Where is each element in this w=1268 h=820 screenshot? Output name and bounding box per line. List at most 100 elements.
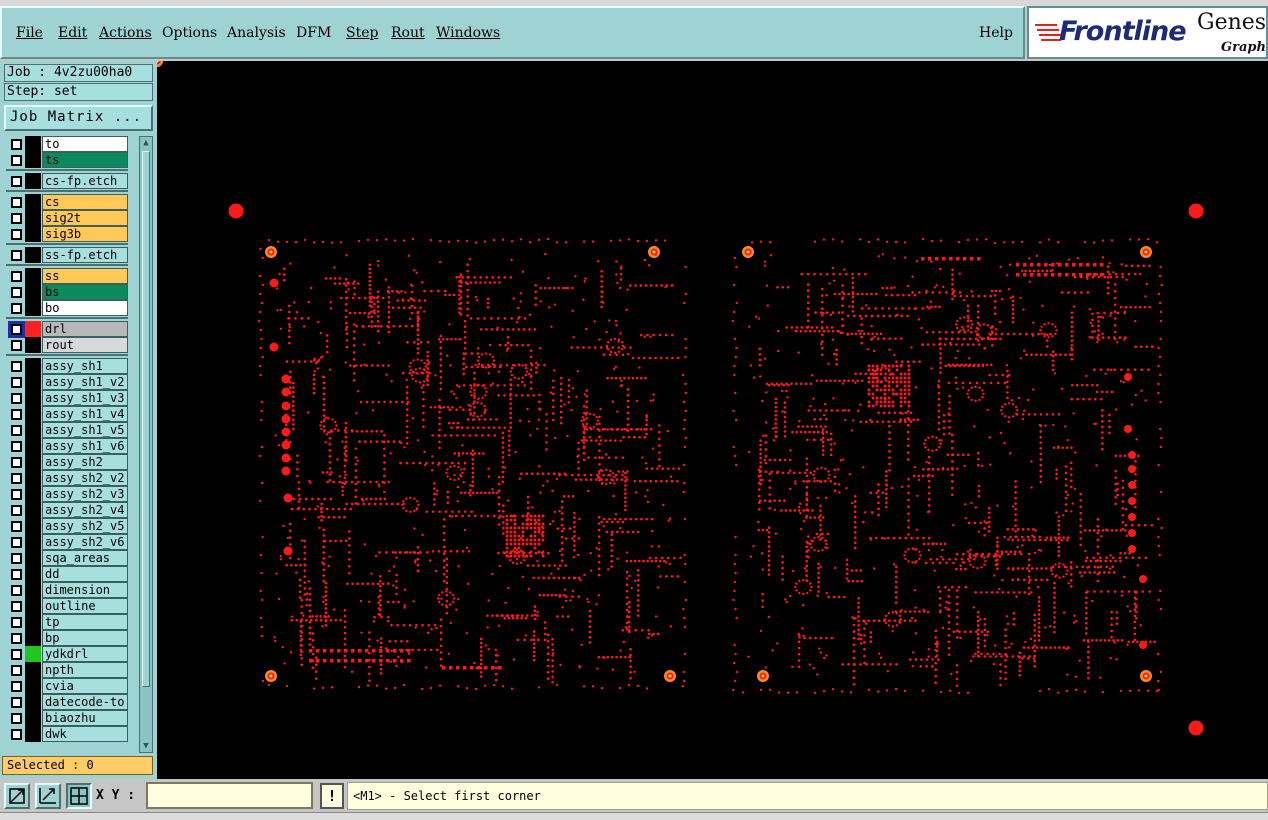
layer-checkbox[interactable] <box>11 457 22 468</box>
layer-color-swatch[interactable] <box>25 710 41 726</box>
menu-windows[interactable]: Windows <box>436 25 500 41</box>
layer-color-swatch[interactable] <box>25 726 41 742</box>
scroll-up-arrow-icon[interactable]: ▲ <box>140 137 152 149</box>
layer-color-swatch[interactable] <box>25 390 41 406</box>
layer-name[interactable]: ss <box>42 268 128 284</box>
layer-row-ydkdrl[interactable]: ydkdrl <box>6 646 128 662</box>
layer-row-cs[interactable]: cs <box>6 194 128 210</box>
layer-color-swatch[interactable] <box>25 321 41 337</box>
layer-name[interactable]: cs <box>42 194 128 210</box>
layer-row-biaozhu[interactable]: biaozhu <box>6 710 128 726</box>
layer-row-outline[interactable]: outline <box>6 598 128 614</box>
layer-name[interactable]: to <box>42 136 128 152</box>
layer-name[interactable]: cs-fp.etch <box>42 173 128 189</box>
layer-color-swatch[interactable] <box>25 152 41 168</box>
layer-row-dimension[interactable]: dimension <box>6 582 128 598</box>
layer-name[interactable]: assy_sh1_v3 <box>42 390 128 406</box>
layer-name[interactable]: sig3b <box>42 226 128 242</box>
layer-color-swatch[interactable] <box>25 678 41 694</box>
layer-color-swatch[interactable] <box>25 566 41 582</box>
snap-grid-button[interactable] <box>66 783 92 809</box>
layer-color-swatch[interactable] <box>25 438 41 454</box>
layer-row-cs-fp.etch[interactable]: cs-fp.etch <box>6 173 128 189</box>
layer-checkbox[interactable] <box>11 303 22 314</box>
layer-name[interactable]: bo <box>42 300 128 316</box>
layer-name[interactable]: sig2t <box>42 210 128 226</box>
layer-row-bp[interactable]: bp <box>6 630 128 646</box>
layer-checkbox[interactable] <box>11 393 22 404</box>
xy-input[interactable] <box>146 782 313 809</box>
layer-checkbox[interactable] <box>11 553 22 564</box>
layer-color-swatch[interactable] <box>25 630 41 646</box>
layer-name[interactable]: ts <box>42 152 128 168</box>
layer-checkbox[interactable] <box>11 697 22 708</box>
layer-color-swatch[interactable] <box>25 210 41 226</box>
layer-row-assy_sh1[interactable]: assy_sh1 <box>6 358 128 374</box>
job-matrix-button[interactable]: Job Matrix ... <box>4 105 153 131</box>
layer-color-swatch[interactable] <box>25 247 41 263</box>
menu-rout[interactable]: Rout <box>391 25 425 41</box>
layer-row-assy_sh2_v6[interactable]: assy_sh2_v6 <box>6 534 128 550</box>
graphic-canvas[interactable] <box>157 61 1268 779</box>
layer-row-sig3b[interactable]: sig3b <box>6 226 128 242</box>
layer-color-swatch[interactable] <box>25 374 41 390</box>
layer-name[interactable]: ss-fp.etch <box>42 247 128 263</box>
layer-row-tp[interactable]: tp <box>6 614 128 630</box>
layer-color-swatch[interactable] <box>25 358 41 374</box>
menu-analysis[interactable]: Analysis <box>227 25 286 41</box>
layer-checkbox[interactable] <box>11 537 22 548</box>
layer-color-swatch[interactable] <box>25 662 41 678</box>
layer-name[interactable]: bp <box>42 630 128 646</box>
menu-dfm[interactable]: DFM <box>296 25 331 41</box>
layer-checkbox[interactable] <box>11 713 22 724</box>
layer-color-swatch[interactable] <box>25 598 41 614</box>
layer-checkbox[interactable] <box>11 441 22 452</box>
layer-row-assy_sh1_v6[interactable]: assy_sh1_v6 <box>6 438 128 454</box>
layer-checkbox[interactable] <box>11 324 22 335</box>
layer-name[interactable]: rout <box>42 337 128 353</box>
layer-name[interactable]: assy_sh2_v6 <box>42 534 128 550</box>
layer-row-assy_sh2[interactable]: assy_sh2 <box>6 454 128 470</box>
layer-checkbox[interactable] <box>11 213 22 224</box>
layer-color-swatch[interactable] <box>25 226 41 242</box>
layer-checkbox[interactable] <box>11 229 22 240</box>
layer-row-assy_sh2_v5[interactable]: assy_sh2_v5 <box>6 518 128 534</box>
layer-row-bs[interactable]: bs <box>6 284 128 300</box>
menu-actions[interactable]: Actions <box>99 25 152 41</box>
layer-checkbox[interactable] <box>11 361 22 372</box>
layer-name[interactable]: npth <box>42 662 128 678</box>
layer-row-ss[interactable]: ss <box>6 268 128 284</box>
scroll-down-arrow-icon[interactable]: ▼ <box>140 740 152 752</box>
menu-step[interactable]: Step <box>346 25 378 41</box>
menu-edit[interactable]: Edit <box>58 25 87 41</box>
layer-row-bo[interactable]: bo <box>6 300 128 316</box>
layer-row-dwk[interactable]: dwk <box>6 726 128 742</box>
layer-name[interactable]: dimension <box>42 582 128 598</box>
layer-name[interactable]: drl <box>42 321 128 337</box>
layer-row-assy_sh2_v4[interactable]: assy_sh2_v4 <box>6 502 128 518</box>
layer-row-ts[interactable]: ts <box>6 152 128 168</box>
layer-name[interactable]: assy_sh1_v5 <box>42 422 128 438</box>
layer-color-swatch[interactable] <box>25 646 41 662</box>
layer-color-swatch[interactable] <box>25 268 41 284</box>
layer-name[interactable]: biaozhu <box>42 710 128 726</box>
layer-name[interactable]: datecode-to <box>42 694 128 710</box>
layer-name[interactable]: assy_sh2_v3 <box>42 486 128 502</box>
layer-checkbox[interactable] <box>11 271 22 282</box>
layer-color-swatch[interactable] <box>25 284 41 300</box>
layer-color-swatch[interactable] <box>25 173 41 189</box>
layer-row-assy_sh2_v2[interactable]: assy_sh2_v2 <box>6 470 128 486</box>
layer-name[interactable]: assy_sh2_v5 <box>42 518 128 534</box>
layer-checkbox[interactable] <box>11 473 22 484</box>
layer-color-swatch[interactable] <box>25 194 41 210</box>
layer-name[interactable]: assy_sh1_v2 <box>42 374 128 390</box>
layer-color-swatch[interactable] <box>25 486 41 502</box>
zoom-area-button[interactable] <box>35 783 61 809</box>
layer-name[interactable]: assy_sh2 <box>42 454 128 470</box>
layer-checkbox[interactable] <box>11 585 22 596</box>
layer-checkbox[interactable] <box>11 601 22 612</box>
layer-color-swatch[interactable] <box>25 534 41 550</box>
layer-color-swatch[interactable] <box>25 502 41 518</box>
menu-options[interactable]: Options <box>162 25 217 41</box>
layer-color-swatch[interactable] <box>25 422 41 438</box>
